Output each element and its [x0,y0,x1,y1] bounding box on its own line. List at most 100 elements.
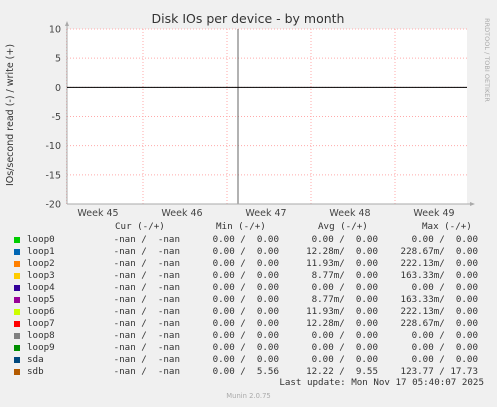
y-axis-label: IOs/second read (-) / write (+) [5,44,16,186]
legend-series-name: loop8 [27,330,55,341]
legend-cur-value: -nan / -nan [113,270,180,281]
legend-row-loop4: loop4 -nan / -nan 0.00 / 0.00 0.00 / 0.00 0.… [0,282,497,294]
legend-cur-value: -nan / -nan [113,294,180,305]
legend-max-value: 0.00 / 0.00 [411,354,478,365]
legend-swatch [14,368,20,375]
legend-series-name: loop7 [27,318,55,329]
legend-swatch [14,332,20,339]
legend-avg-value: 11.93m/ 0.00 [306,306,378,317]
legend-min-value: 0.00 / 0.00 [212,270,279,281]
legend-row-loop3: loop3 -nan / -nan 0.00 / 0.00 8.77m/ 0.00 16… [0,270,497,282]
legend-cur-value: -nan / -nan [113,318,180,329]
legend-series-name: loop3 [27,270,55,281]
legend-series-name: sda [27,354,44,365]
legend-avg-value: 12.28m/ 0.00 [306,246,378,257]
legend-min-value: 0.00 / 0.00 [212,318,279,329]
legend-row-loop7: loop7 -nan / -nan 0.00 / 0.00 12.28m/ 0.00 2… [0,318,497,330]
x-tick-label: Week 46 [161,208,202,219]
legend-cur-value: -nan / -nan [113,258,180,269]
y-tick-label: 0 [55,83,61,94]
legend-avg-value: 0.00 / 0.00 [311,354,378,365]
legend-avg-value: 0.00 / 0.00 [311,282,378,293]
legend-row-loop6: loop6 -nan / -nan 0.00 / 0.00 11.93m/ 0.00 2… [0,306,497,318]
legend-max-value: 0.00 / 0.00 [411,330,478,341]
legend-min-value: 0.00 / 0.00 [212,234,279,245]
y-tick-label: 5 [55,54,61,65]
legend-avg-value: 8.77m/ 0.00 [311,294,378,305]
legend-avg-value: 0.00 / 0.00 [311,342,378,353]
legend-max-value: 0.00 / 0.00 [411,282,478,293]
legend-max-value: 228.67m/ 0.00 [400,318,478,329]
legend-min-value: 0.00 / 5.56 [212,366,279,377]
legend-swatch [14,344,20,351]
legend-row-loop9: loop9 -nan / -nan 0.00 / 0.00 0.00 / 0.00 0.… [0,342,497,354]
header-avg: Avg (-/+) [318,221,368,232]
legend-series-name: loop5 [27,294,55,305]
x-axis-arrow [470,202,475,206]
header-max: Max (-/+) [422,221,472,232]
legend-swatch [14,272,20,279]
y-tick-label: -20 [45,200,61,211]
legend-cur-value: -nan / -nan [113,366,180,377]
legend-max-value: 163.33m/ 0.00 [400,294,478,305]
x-tick-label: Week 47 [245,208,286,219]
legend-avg-value: 11.93m/ 0.00 [306,258,378,269]
munin-version: Munin 2.0.75 [226,392,271,400]
legend-swatch [14,356,20,363]
y-tick-label: -15 [45,170,61,181]
legend-cur-value: -nan / -nan [113,282,180,293]
legend-row-loop1: loop1 -nan / -nan 0.00 / 0.00 12.28m/ 0.00 2… [0,246,497,258]
last-update: Last update: Mon Nov 17 05:40:07 2025 [279,377,484,388]
legend-series-name: loop9 [27,342,55,353]
legend-series-name: loop4 [27,282,55,293]
legend-series-name: sdb [27,366,44,377]
rrdtool-credit: RRDTOOL / TOBI OETIKER [483,18,491,102]
x-tick-label: Week 48 [329,208,370,219]
legend-swatch [14,236,20,243]
y-tick-label: 10 [49,25,61,36]
legend-series-name: loop2 [27,258,55,269]
legend-min-value: 0.00 / 0.00 [212,342,279,353]
legend-avg-value: 0.00 / 0.00 [311,330,378,341]
header-cur: Cur (-/+) [115,221,165,232]
legend-cur-value: -nan / -nan [113,330,180,341]
legend-row-loop0: loop0 -nan / -nan 0.00 / 0.00 0.00 / 0.00 0.… [0,234,497,246]
legend-cur-value: -nan / -nan [113,342,180,353]
legend-min-value: 0.00 / 0.00 [212,306,279,317]
legend-min-value: 0.00 / 0.00 [212,330,279,341]
legend-swatch [14,308,20,315]
legend-row-sda: sda -nan / -nan 0.00 / 0.00 0.00 / 0.00 0.00… [0,354,497,366]
legend-min-value: 0.00 / 0.00 [212,282,279,293]
y-tick-label: -5 [52,112,61,123]
legend-swatch [14,248,20,255]
legend-avg-value: 0.00 / 0.00 [311,234,378,245]
legend-series-name: loop0 [27,234,55,245]
x-tick-label: Week 45 [77,208,118,219]
legend-avg-value: 8.77m/ 0.00 [311,270,378,281]
chart-title: Disk IOs per device - by month [152,11,345,26]
legend-max-value: 0.00 / 0.00 [411,342,478,353]
legend-max-value: 222.13m/ 0.00 [400,258,478,269]
legend-swatch [14,284,20,291]
x-tick-label: Week 49 [413,208,454,219]
legend-series-name: loop1 [27,246,55,257]
header-min: Min (-/+) [216,221,266,232]
legend-swatch [14,260,20,267]
legend-row-loop8: loop8 -nan / -nan 0.00 / 0.00 0.00 / 0.00 0.… [0,330,497,342]
legend-max-value: 222.13m/ 0.00 [400,306,478,317]
legend-min-value: 0.00 / 0.00 [212,258,279,269]
legend-row-loop5: loop5 -nan / -nan 0.00 / 0.00 8.77m/ 0.00 16… [0,294,497,306]
legend-cur-value: -nan / -nan [113,246,180,257]
legend-max-value: 163.33m/ 0.00 [400,270,478,281]
legend-cur-value: -nan / -nan [113,354,180,365]
legend-cur-value: -nan / -nan [113,306,180,317]
legend-swatch [14,296,20,303]
legend-min-value: 0.00 / 0.00 [212,246,279,257]
y-axis-arrow [65,21,69,26]
legend-avg-value: 12.28m/ 0.00 [306,318,378,329]
legend-cur-value: -nan / -nan [113,234,180,245]
legend-swatch [14,320,20,327]
legend-min-value: 0.00 / 0.00 [212,294,279,305]
y-tick-label: -10 [45,141,61,152]
legend-row-loop2: loop2 -nan / -nan 0.00 / 0.00 11.93m/ 0.00 2… [0,258,497,270]
